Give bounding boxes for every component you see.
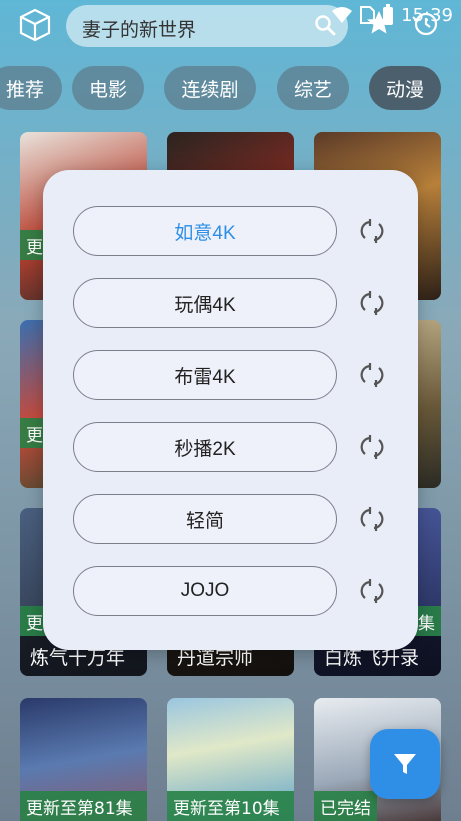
filter-icon (394, 754, 416, 774)
source-row: 如意4K (43, 206, 418, 258)
search-query: 妻子的新世界 (82, 19, 197, 41)
poster-card[interactable]: 更新至第10集 (167, 698, 294, 821)
source-selector-dialog: 如意4K 玩偶4K 布雷4K 秒播2K 轻简 JOJO (43, 170, 418, 650)
search-input[interactable]: 妻子的新世界 (66, 5, 348, 47)
tab-label: 连续剧 (181, 78, 239, 101)
star-icon[interactable] (364, 8, 394, 38)
top-bar: 妻子的新世界 (0, 0, 461, 56)
source-row: 布雷4K (43, 350, 418, 402)
tab-label: 电影 (88, 78, 127, 101)
refresh-icon[interactable] (359, 218, 385, 244)
tab-recommend[interactable]: 推荐 (0, 66, 62, 110)
source-button[interactable]: 秒播2K (73, 422, 337, 472)
tab-label: 推荐 (5, 78, 44, 101)
source-button[interactable]: JOJO (73, 566, 337, 616)
category-tabs: 推荐 电影 连续剧 综艺 动漫 (0, 66, 461, 112)
source-button[interactable]: 布雷4K (73, 350, 337, 400)
source-button[interactable]: 如意4K (73, 206, 337, 256)
tab-variety[interactable]: 综艺 (277, 66, 349, 110)
tab-movies[interactable]: 电影 (72, 66, 144, 110)
tab-series[interactable]: 连续剧 (164, 66, 256, 110)
cube-logo-icon[interactable] (18, 8, 52, 42)
search-icon[interactable] (314, 14, 336, 36)
episode-badge: 已完结 (314, 791, 377, 821)
source-row: 轻简 (43, 494, 418, 546)
source-button[interactable]: 玩偶4K (73, 278, 337, 328)
filter-button[interactable] (370, 729, 440, 799)
tab-label: 动漫 (385, 78, 424, 101)
refresh-icon[interactable] (359, 506, 385, 532)
tab-anime[interactable]: 动漫 (369, 66, 441, 110)
refresh-icon[interactable] (359, 290, 385, 316)
tab-label: 综艺 (293, 78, 332, 101)
history-icon[interactable] (410, 8, 440, 38)
source-button[interactable]: 轻简 (73, 494, 337, 544)
refresh-icon[interactable] (359, 434, 385, 460)
episode-badge: 更新至第81集 (20, 791, 147, 821)
source-row: 玩偶4K (43, 278, 418, 330)
poster-card[interactable]: 更新至第81集 (20, 698, 147, 821)
refresh-icon[interactable] (359, 578, 385, 604)
episode-badge: 更新至第10集 (167, 791, 294, 821)
source-row: 秒播2K (43, 422, 418, 474)
source-row: JOJO (43, 566, 418, 618)
refresh-icon[interactable] (359, 362, 385, 388)
